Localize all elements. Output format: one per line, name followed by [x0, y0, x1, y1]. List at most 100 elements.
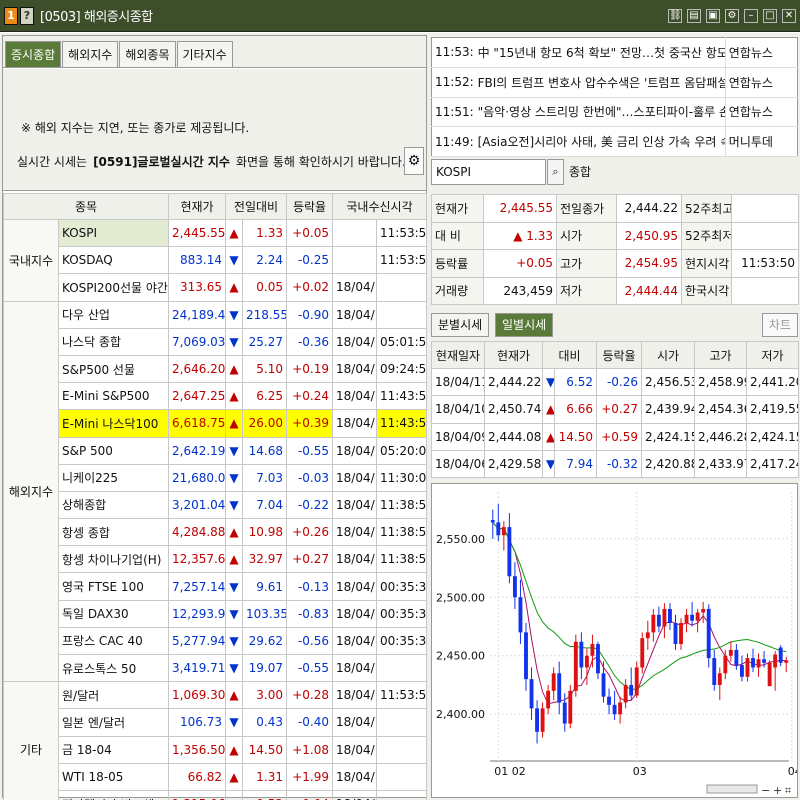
candle-body [490, 520, 495, 523]
daily-row[interactable]: 18/04/06 2,429.58 ▼ 7.94 -0.32 2,420.88 … [431, 449, 799, 478]
up-arrow-icon: ▲ [225, 273, 243, 302]
daily-row[interactable]: 18/04/11 2,444.22 ▼ 6.52 -0.26 2,456.53 … [431, 368, 799, 397]
table-row[interactable]: 상해종합3,201.04▼7.04-0.2218/04/1211:38:51 [4, 490, 428, 520]
table-row[interactable]: 일본 엔/달러106.73▼0.43-0.4018/04/12 [4, 708, 428, 737]
symbol-name[interactable]: 필라델피아 반도체 [58, 789, 169, 800]
search-icon[interactable]: ⌕ [547, 159, 564, 185]
table-row[interactable]: 국내지수KOSPI2,445.55▲1.33+0.0511:53:50 [3, 218, 428, 302]
table-row[interactable]: KOSDAQ883.14▼2.24-0.25 11:53:50 [4, 246, 428, 275]
symbol-name[interactable]: S&P 500 [58, 436, 169, 465]
chart-button[interactable]: 차트 [761, 313, 798, 337]
col-rate[interactable]: 등락율 [286, 193, 334, 220]
tab-other-index[interactable]: 기타지수 [176, 41, 233, 67]
news-headline[interactable]: FBI의 트럼프 변호사 압수수색은 '트럼프 옴담패설' 기 [474, 67, 726, 98]
tab-daily-quotes[interactable]: 일별시세 [495, 313, 554, 337]
col-name[interactable]: 종목 [3, 193, 169, 220]
candle-body [701, 608, 706, 613]
news-headline[interactable]: "음악·영상 스트리밍 한번에"…스포티파이-훌루 손잡았 [474, 97, 726, 128]
daily-date: 18/04/11 [431, 368, 485, 397]
table-row[interactable]: 프랑스 CAC 405,277.94▼29.62-0.5618/04/1200:… [4, 626, 428, 656]
news-item[interactable]: 11:53:中 "15년내 항모 6척 확보" 전망…첫 중국산 항모 곧 항연… [431, 37, 798, 68]
date-cell: 18/04/11 [332, 653, 378, 683]
symbol-name[interactable]: KOSPI200선물 야간 [58, 273, 169, 302]
chart-menu-icon[interactable]: ⌗ [785, 784, 791, 797]
symbol-name[interactable]: KOSDAQ [58, 246, 169, 275]
symbol-name[interactable]: 일본 엔/달러 [58, 708, 169, 737]
tab-overseas-index[interactable]: 해외지수 [62, 41, 119, 67]
table-row[interactable]: 기타원/달러1,069.30▲3.00+0.2818/04/1211:53:52 [3, 681, 428, 800]
symbol-name[interactable]: 원/달러 [58, 681, 169, 710]
zoom-out-icon[interactable]: − [761, 784, 770, 797]
news-headline[interactable]: [Asia오전]시리아 사태, 美 금리 인상 가속 우려 속 혼 [474, 126, 726, 157]
symbol-name[interactable]: 항셍 종합 [58, 518, 169, 547]
gear-icon[interactable]: ⚙ [404, 147, 424, 175]
table-row[interactable]: 필라델피아 반도체1,315.06▲0.52+0.0418/04/11 [4, 789, 428, 800]
close-icon[interactable]: ✕ [782, 9, 796, 23]
minimize-icon[interactable]: – [744, 9, 758, 23]
symbol-name[interactable]: 다우 산업 [58, 300, 169, 329]
symbol-search-input[interactable]: KOSPI [431, 159, 546, 185]
table-row[interactable]: WTI 18-0566.82▲1.31+1.9918/04/11 [4, 762, 428, 791]
symbol-name[interactable]: 유로스톡스 50 [58, 653, 169, 683]
table-row[interactable]: 항셍 종합4,284.88▲10.98+0.2618/04/1211:38:54 [4, 518, 428, 547]
table-row[interactable]: 나스닥 종합7,069.03▼25.27-0.3618/04/1205:01:5… [4, 327, 428, 356]
col-received-time[interactable]: 국내수신시각 [332, 193, 428, 220]
table-row[interactable]: 니케이22521,680.07▼7.03-0.0318/04/1211:30:0… [4, 463, 428, 492]
maximize-icon[interactable]: □ [763, 9, 777, 23]
table-row[interactable]: S&P500 선물2,646.20▲5.10+0.1918/04/1209:24… [4, 354, 428, 384]
news-item[interactable]: 11:52: FBI의 트럼프 변호사 압수수색은 '트럼프 옴담패설' 기 연합뉴… [431, 67, 798, 98]
export-icon[interactable]: ▣ [706, 9, 720, 23]
table-row[interactable]: 금 18-041,356.50▲14.50+1.0818/04/12 [4, 735, 428, 764]
news-item[interactable]: 11:51: "음악·영상 스트리밍 한번에"…스포티파이-훌루 손잡았 연합뉴스 [431, 97, 798, 128]
time-cell: 05:20:01 [376, 436, 428, 465]
candle-body [767, 662, 772, 687]
col-change[interactable]: 전일대비 [224, 193, 288, 220]
daily-row[interactable]: 18/04/09 2,444.08 ▲ 14.50 +0.59 2,424.15… [431, 422, 799, 451]
table-row[interactable]: E-Mini 나스닥1006,618.75▲26.00+0.3918/04/12… [4, 409, 428, 438]
symbol-name[interactable]: S&P500 선물 [58, 354, 169, 384]
symbol-name[interactable]: 금 18-04 [58, 735, 169, 764]
symbol-name[interactable]: 항셍 차이나기업(H) [58, 545, 169, 574]
price-cell: 313.65 [168, 273, 226, 302]
symbol-name[interactable]: 독일 DAX30 [58, 599, 169, 628]
help-icon[interactable]: ? [20, 6, 34, 25]
table-row[interactable]: E-Mini S&P5002,647.25▲6.25+0.2418/04/121… [4, 382, 428, 411]
settings-icon[interactable]: ⚙ [725, 9, 739, 23]
table-row[interactable]: 유로스톡스 503,419.71▼19.07-0.5518/04/11 [4, 653, 428, 683]
link-icon[interactable]: ⛓ [668, 9, 682, 23]
col-price[interactable]: 현재가 [168, 193, 226, 220]
symbol-name[interactable]: 니케이225 [58, 463, 169, 492]
symbol-name[interactable]: 나스닥 종합 [58, 327, 169, 356]
symbol-name[interactable]: 프랑스 CAC 40 [58, 626, 169, 656]
tab-minute-quotes[interactable]: 분별시세 [431, 313, 490, 337]
change-cell: 19.07 [241, 653, 288, 683]
print-icon[interactable]: ▤ [687, 9, 701, 23]
table-row[interactable]: KOSPI200선물 야간313.65▲0.05+0.0218/04/11 [4, 273, 428, 302]
symbol-name[interactable]: 상해종합 [58, 490, 169, 520]
tab-market-summary[interactable]: 증시종합 [5, 41, 62, 67]
daily-row[interactable]: 18/04/10 2,450.74 ▲ 6.66 +0.27 2,439.94 … [431, 395, 799, 424]
table-row[interactable]: S&P 5002,642.19▼14.68-0.5518/04/1205:20:… [4, 436, 428, 465]
zoom-in-icon[interactable]: + [773, 784, 782, 797]
symbol-name[interactable]: E-Mini 나스닥100 [58, 409, 169, 438]
realtime-link[interactable]: [0591]글로벌실시간 지수 [93, 155, 230, 169]
screen-number-icon[interactable]: 1 [4, 6, 18, 25]
news-item[interactable]: 11:49: [Asia오전]시리아 사태, 美 금리 인상 가속 우려 속 혼머… [431, 126, 798, 157]
price-value: 2,444.44 [616, 276, 682, 305]
x-tick-label: 04 [788, 765, 798, 778]
table-row[interactable]: 항셍 차이나기업(H)12,357.65▲32.97+0.2718/04/121… [4, 545, 428, 574]
kospi-candle-chart[interactable]: 2,550.00 2,500.00 2,450.00 2,400.00 01 02 03 0… [431, 483, 798, 798]
news-headline[interactable]: 中 "15년내 항모 6척 확보" 전망…첫 중국산 항모 곧 항 [474, 37, 726, 68]
tab-overseas-stocks[interactable]: 해외종목 [119, 41, 176, 67]
time-cell: 11:30:00 [376, 463, 428, 492]
table-row[interactable]: 영국 FTSE 1007,257.14▼9.61-0.1318/04/1200:… [4, 572, 428, 601]
price-value: 2,454.95 [616, 249, 682, 278]
rate-cell: -0.13 [286, 572, 334, 601]
symbol-name[interactable]: E-Mini S&P500 [58, 382, 169, 411]
symbol-name[interactable]: KOSPI [58, 218, 169, 248]
table-row[interactable]: 독일 DAX3012,293.97▼103.35-0.8318/04/1200:… [4, 599, 428, 628]
symbol-name[interactable]: WTI 18-05 [58, 762, 169, 791]
symbol-name[interactable]: 영국 FTSE 100 [58, 572, 169, 601]
date-cell: 18/04/12 [332, 708, 378, 737]
table-row[interactable]: 해외지수다우 산업24,189.45▼218.55-0.9018/04/11 [3, 300, 428, 683]
